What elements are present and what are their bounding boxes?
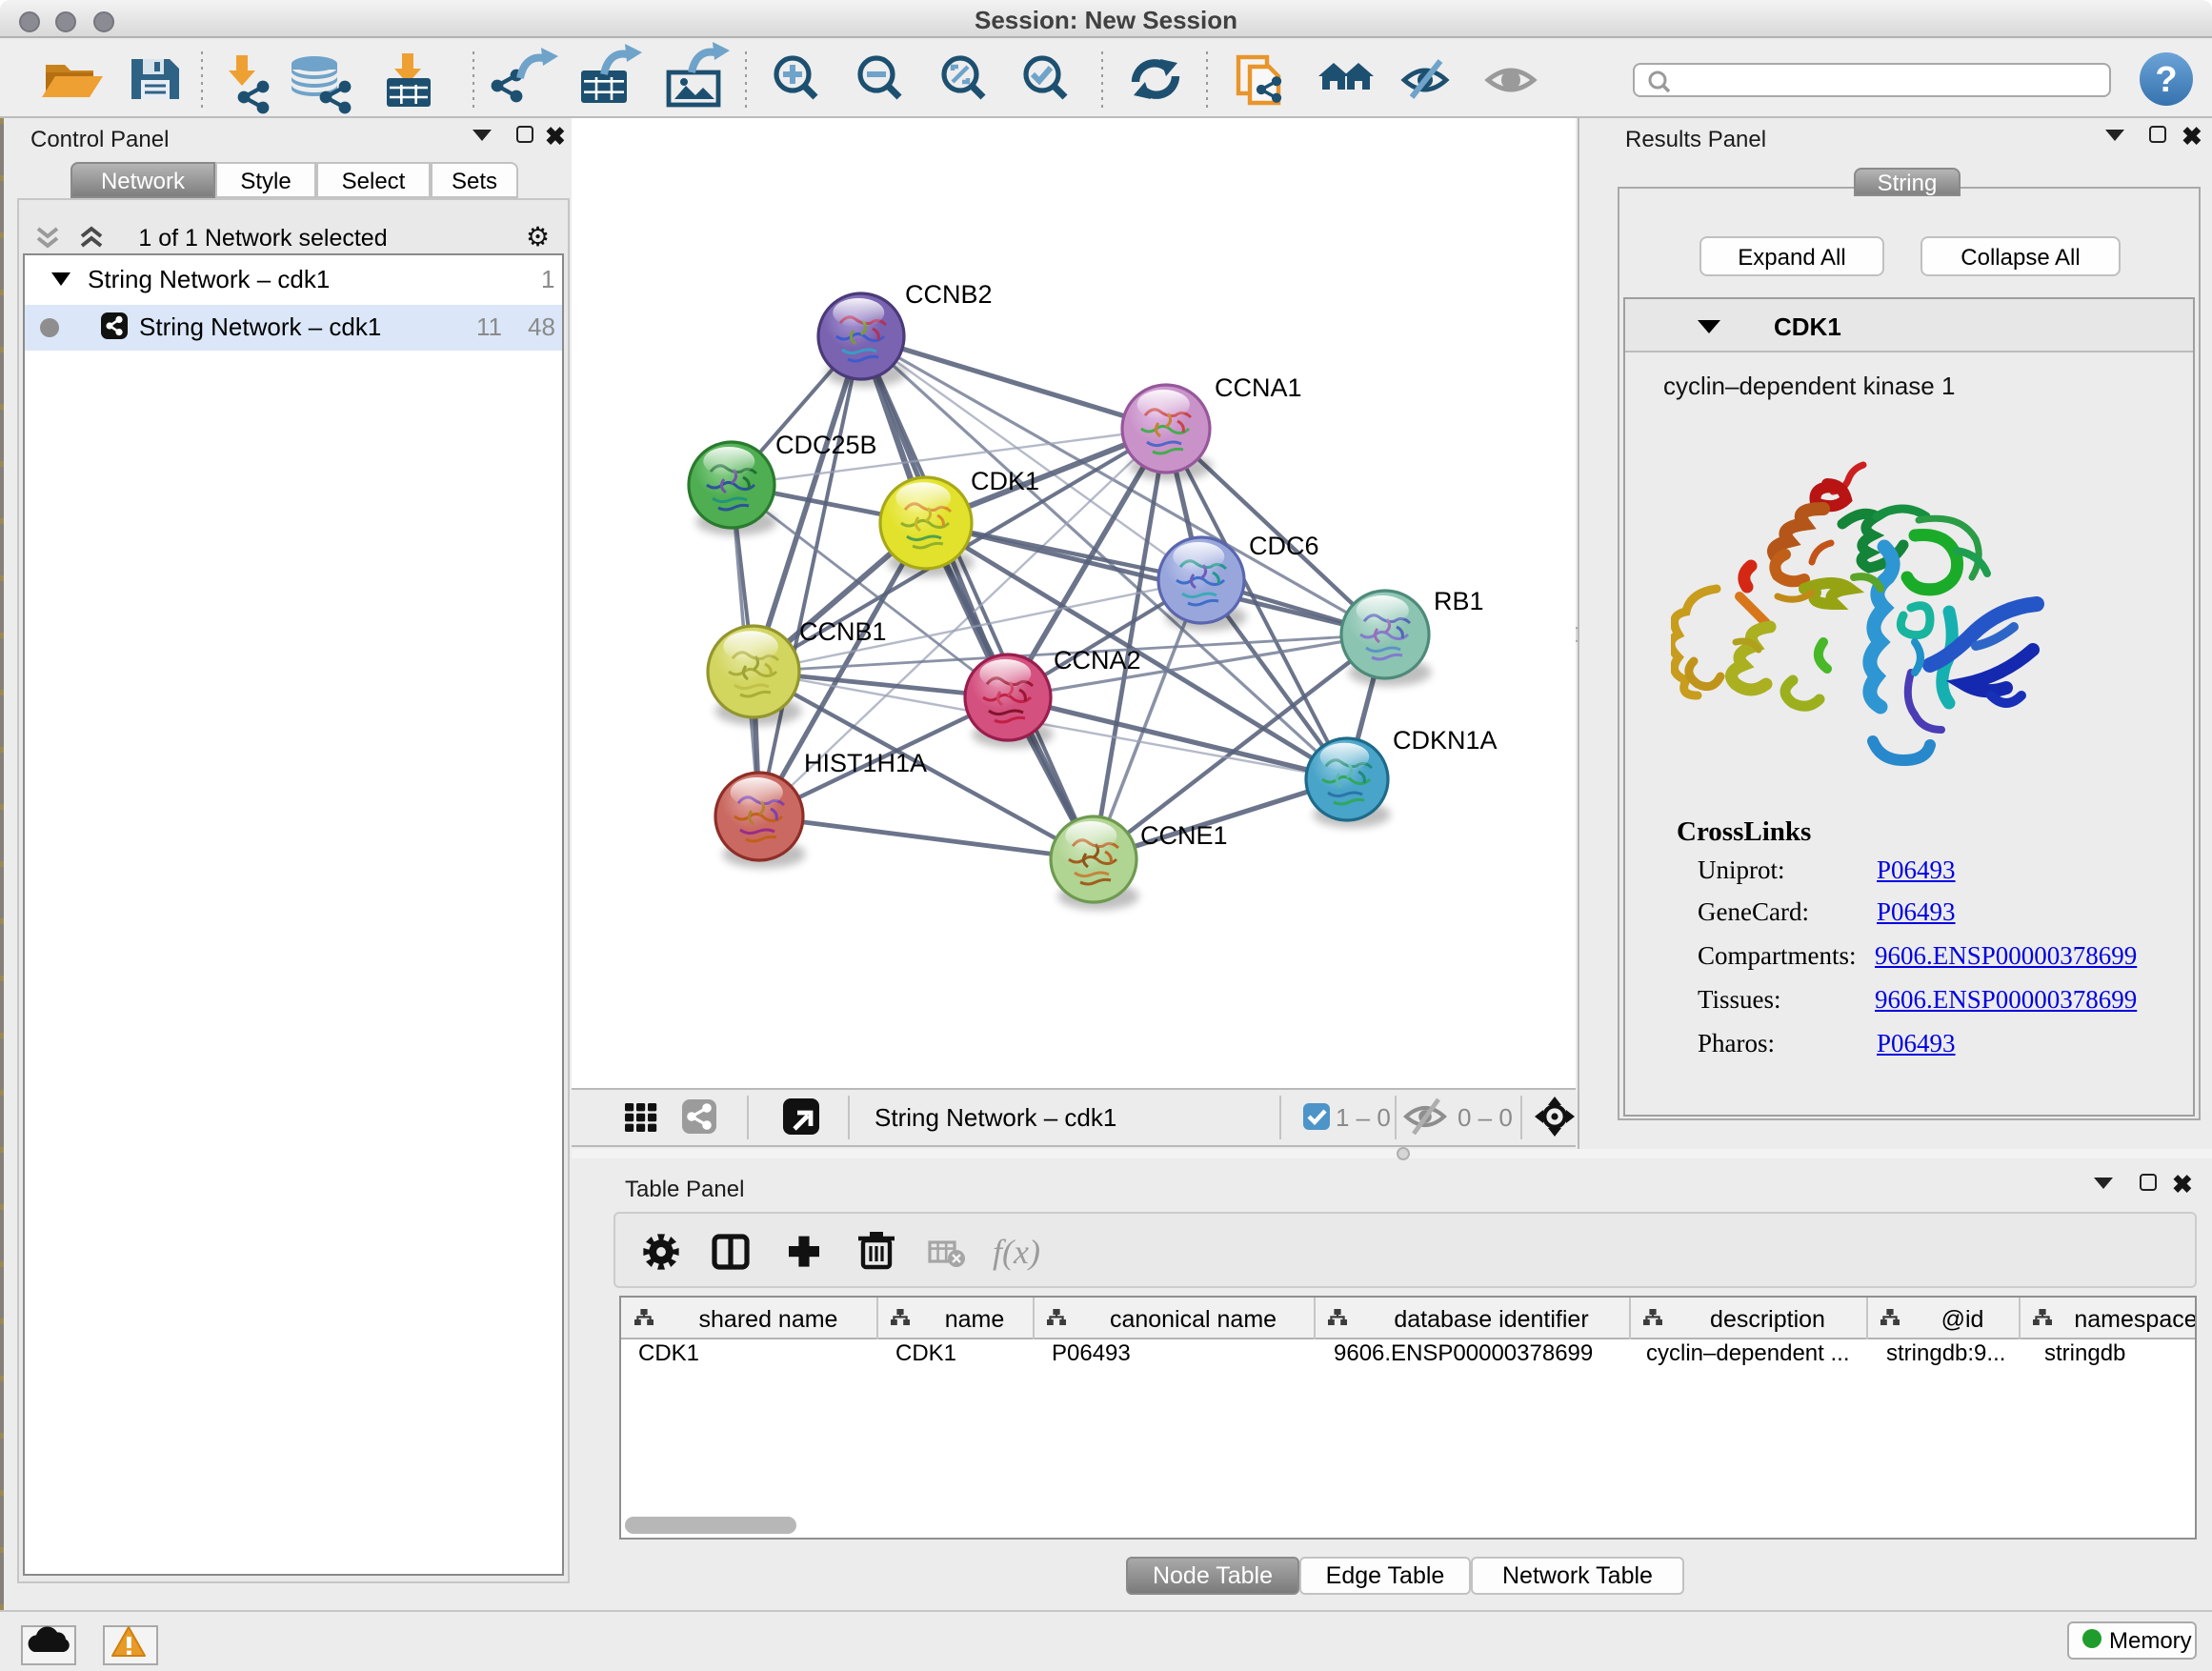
svg-text:f(x): f(x) [993,1233,1040,1271]
svg-text:canonical name: canonical name [1110,1306,1277,1333]
svg-text:shared name: shared name [699,1306,838,1333]
svg-text:CDK1: CDK1 [971,467,1039,495]
svg-text:HIST1H1A: HIST1H1A [804,749,927,777]
svg-text:CCNA1: CCNA1 [1215,373,1302,402]
svg-text:description: description [1710,1306,1825,1333]
svg-text:RB1: RB1 [1434,587,1484,615]
svg-text:?: ? [2155,60,2177,100]
svg-text:@id: @id [1941,1306,1984,1333]
svg-text:namespace: namespace [2074,1306,2195,1333]
svg-text:CCNA2: CCNA2 [1054,646,1141,674]
svg-text:CDC6: CDC6 [1249,532,1319,560]
svg-text:CCNB1: CCNB1 [799,617,887,646]
svg-text:1 – 0: 1 – 0 [1336,1103,1391,1132]
svg-text:database identifier: database identifier [1394,1306,1588,1333]
svg-text:CCNB2: CCNB2 [905,280,993,309]
svg-text:0 – 0: 0 – 0 [1458,1103,1513,1132]
svg-text:CDKN1A: CDKN1A [1393,726,1498,755]
svg-text:CCNE1: CCNE1 [1140,821,1228,850]
svg-text:name: name [945,1306,1005,1333]
svg-text:CDC25B: CDC25B [775,431,877,459]
